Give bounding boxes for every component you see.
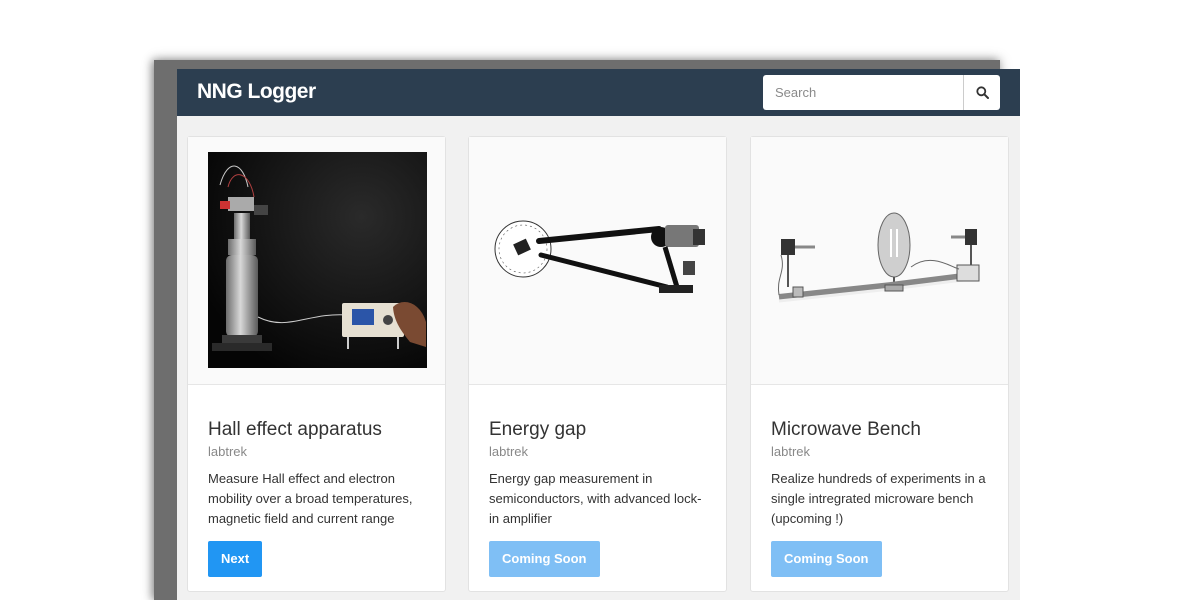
card-title: Microwave Bench (771, 419, 921, 440)
search-button[interactable] (963, 75, 1000, 110)
card-description: Measure Hall effect and electron mobilit… (208, 471, 413, 526)
search-icon (975, 86, 989, 99)
coming-soon-button[interactable]: Coming Soon (771, 541, 882, 577)
microwave-bench-image (777, 212, 980, 303)
card-image (751, 137, 1008, 385)
card-description: Energy gap measurement in semiconductors… (489, 471, 702, 526)
card-title: Energy gap (489, 419, 587, 440)
product-card-microwave-bench: Microwave Bench labtrek Realize hundreds… (750, 136, 1009, 592)
brand-logo[interactable]: NNG Logger (197, 80, 316, 104)
hall-effect-apparatus-image (208, 152, 427, 368)
search-box (763, 75, 1000, 110)
navbar: NNG Logger (177, 69, 1020, 116)
search-input[interactable] (763, 75, 963, 110)
card-image (469, 137, 726, 385)
card-vendor: labtrek (489, 444, 529, 459)
card-title: Hall effect apparatus (208, 419, 382, 440)
card-vendor: labtrek (771, 444, 811, 459)
next-button[interactable]: Next (208, 541, 263, 577)
card-vendor: labtrek (208, 444, 248, 459)
coming-soon-button[interactable]: Coming Soon (489, 541, 600, 577)
card-image (188, 137, 445, 385)
product-card-energy-gap: Energy gap labtrek Energy gap measuremen… (468, 136, 727, 592)
energy-gap-apparatus-image (494, 220, 705, 293)
product-card-hall-effect: Hall effect apparatus labtrek Measure Ha… (187, 136, 446, 592)
app-window: NNG Logger Search Hall effect apparatus … (177, 69, 1020, 600)
card-description: Realize hundreds of experiments in a sin… (771, 471, 986, 526)
